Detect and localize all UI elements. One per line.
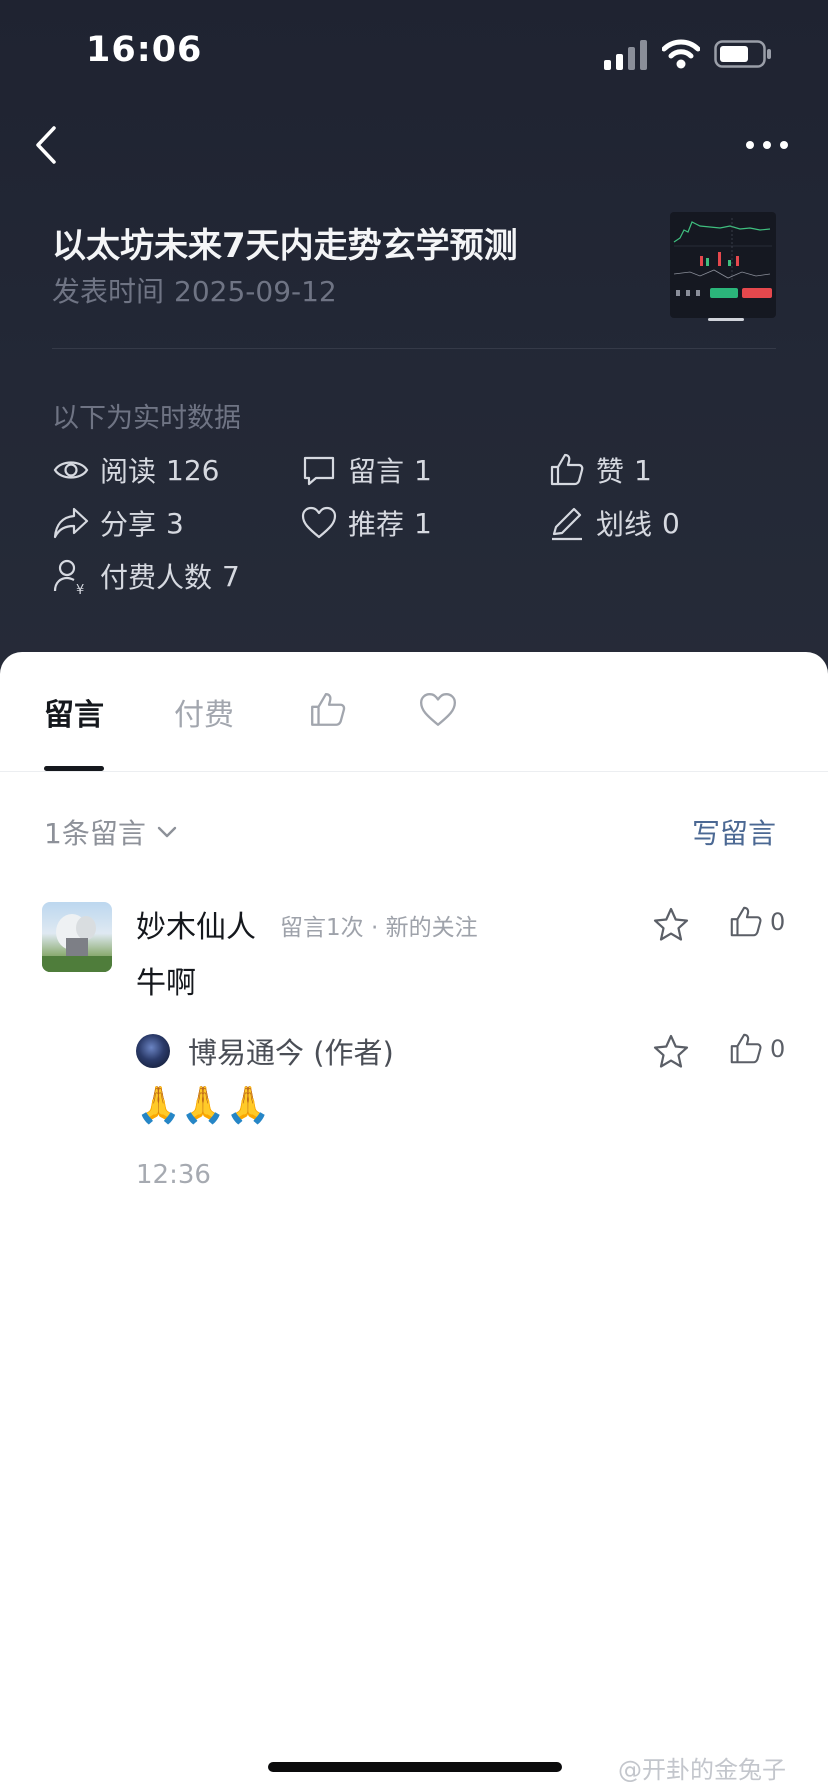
battery-icon bbox=[714, 40, 771, 68]
wifi-icon bbox=[662, 39, 700, 69]
back-button[interactable] bbox=[28, 120, 68, 170]
stat-label: 推荐 bbox=[348, 508, 405, 541]
share-icon bbox=[53, 507, 89, 539]
like-count: 0 bbox=[770, 1035, 786, 1063]
pen-icon bbox=[552, 507, 582, 541]
chevron-down-icon bbox=[157, 826, 177, 838]
header-divider bbox=[52, 348, 776, 349]
thumbnail-indicator bbox=[708, 318, 744, 321]
stat-value: 0 bbox=[662, 506, 680, 540]
stat-value: 1 bbox=[414, 506, 432, 540]
stat-label: 阅读 bbox=[100, 455, 157, 488]
tab-divider bbox=[0, 771, 828, 772]
tab-comments[interactable]: 留言 bbox=[44, 690, 104, 734]
reply-like-button[interactable]: 0 bbox=[728, 1031, 785, 1067]
thumbs-up-icon bbox=[550, 453, 584, 486]
status-time: 16:06 bbox=[86, 30, 203, 70]
stat-value: 1 bbox=[414, 453, 432, 487]
reply-feature-star-icon[interactable] bbox=[652, 1033, 690, 1071]
reply-avatar[interactable] bbox=[136, 1034, 170, 1068]
stat-label: 分享 bbox=[100, 508, 157, 541]
tab-likes-thumbs-up-icon[interactable] bbox=[308, 690, 348, 730]
tab-paid[interactable]: 付费 bbox=[174, 690, 234, 734]
thumbs-up-icon bbox=[730, 906, 762, 937]
comment-count-dropdown[interactable]: 1条留言 bbox=[44, 812, 180, 852]
comment-author[interactable]: 妙木仙人 bbox=[136, 902, 256, 946]
feature-star-icon[interactable] bbox=[652, 906, 690, 944]
avatar-image bbox=[42, 914, 112, 972]
stat-label: 划线 bbox=[596, 508, 653, 541]
stat-value: 1 bbox=[634, 453, 652, 487]
comment-icon bbox=[303, 456, 335, 486]
comment-meta: 留言1次 · 新的关注 bbox=[280, 915, 478, 941]
stat-reads: 阅读 126 bbox=[52, 450, 219, 490]
home-indicator[interactable] bbox=[268, 1762, 562, 1772]
reply-text: 🙏🙏🙏 bbox=[136, 1085, 271, 1126]
tab-recommends-heart-icon[interactable] bbox=[418, 690, 458, 730]
eye-icon bbox=[53, 461, 89, 479]
more-options-button[interactable] bbox=[742, 130, 792, 160]
heart-icon bbox=[301, 506, 337, 539]
stat-value: 3 bbox=[166, 506, 184, 540]
comment-text: 牛啊 bbox=[136, 966, 196, 1001]
comment-time: 12:36 bbox=[136, 1160, 211, 1190]
write-comment-button[interactable]: 写留言 bbox=[692, 812, 776, 852]
stat-paid-users: ¥ 付费人数 7 bbox=[52, 556, 240, 596]
stat-comments: 留言 1 bbox=[300, 450, 432, 490]
svg-text:¥: ¥ bbox=[76, 583, 84, 595]
stat-label: 赞 bbox=[596, 455, 625, 488]
stat-value: 7 bbox=[222, 559, 240, 593]
reply-author[interactable]: 博易通今 (作者) bbox=[188, 1030, 394, 1072]
comment-count: 1条留言 bbox=[44, 817, 146, 850]
stat-highlights: 划线 0 bbox=[548, 503, 680, 543]
chart-thumbnail-image bbox=[673, 218, 772, 298]
publish-label: 发表时间 bbox=[52, 275, 165, 308]
comment-like-button[interactable]: 0 bbox=[728, 904, 785, 940]
stat-label: 留言 bbox=[348, 455, 405, 488]
cellular-signal-icon bbox=[604, 40, 647, 70]
watermark: @开卦的金兔子 bbox=[618, 1756, 786, 1784]
article-title: 以太坊未来7天内走势玄学预测 bbox=[52, 226, 518, 266]
article-thumbnail[interactable] bbox=[670, 212, 776, 318]
like-count: 0 bbox=[770, 908, 786, 936]
avatar[interactable] bbox=[42, 902, 112, 972]
stat-label: 付费人数 bbox=[100, 561, 213, 594]
stat-recommends: 推荐 1 bbox=[300, 503, 432, 543]
publish-date: 2025-09-12 bbox=[174, 275, 337, 308]
stat-likes: 赞1 bbox=[548, 450, 652, 490]
stat-value: 126 bbox=[166, 453, 220, 487]
thumbs-up-icon bbox=[730, 1033, 762, 1064]
paid-user-icon: ¥ bbox=[53, 559, 84, 595]
publish-time: 发表时间 2025-09-12 bbox=[52, 270, 347, 310]
realtime-data-label: 以下为实时数据 bbox=[52, 403, 241, 434]
stat-shares: 分享 3 bbox=[52, 503, 184, 543]
